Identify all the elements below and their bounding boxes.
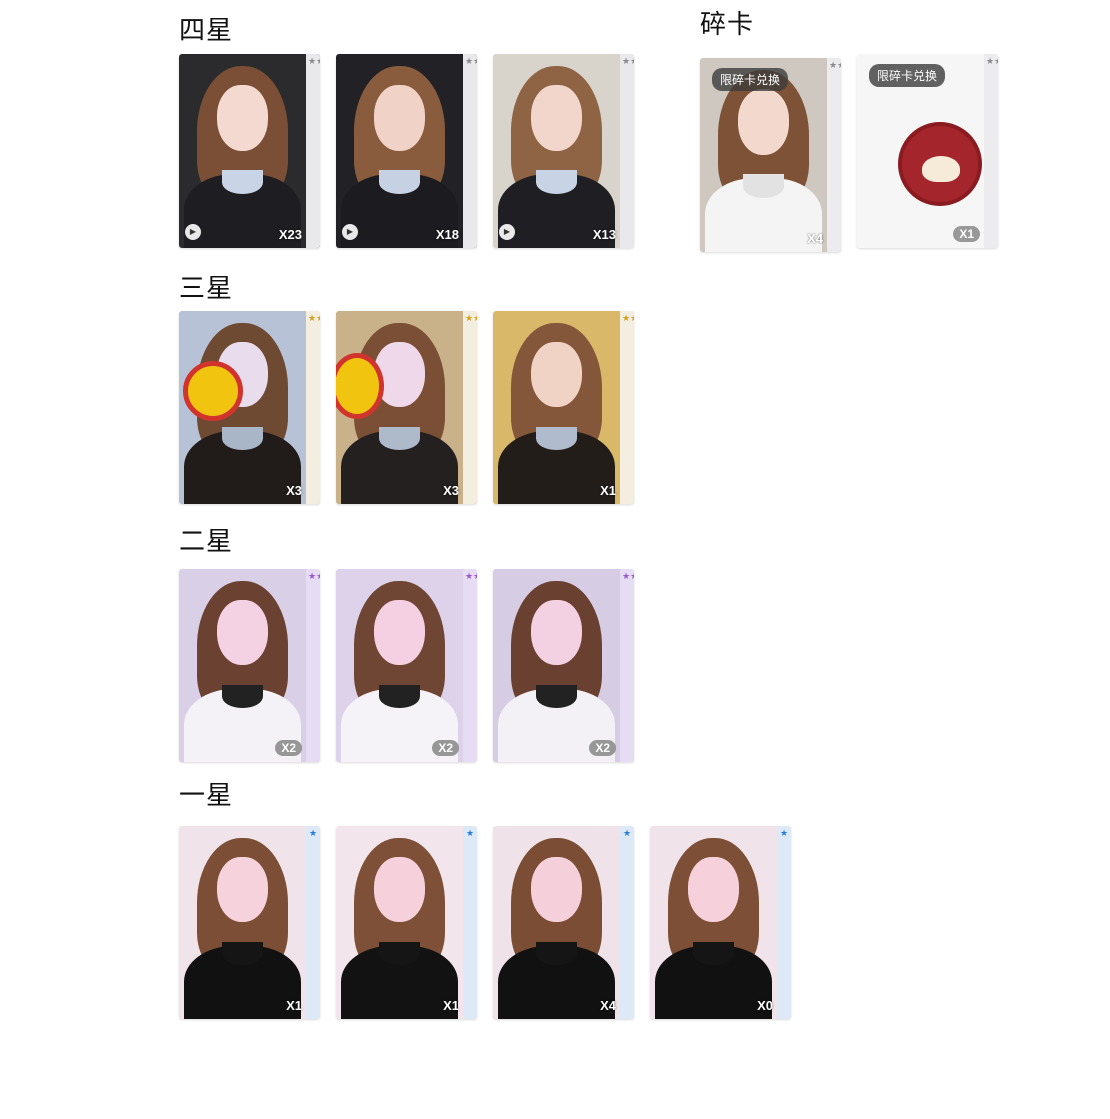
card-photo xyxy=(179,311,306,504)
star-rating-icon: ★★★ xyxy=(465,314,477,324)
card-photo xyxy=(336,54,463,248)
card-fragment-1[interactable]: ★★★★ 限碎卡兑换 X4 xyxy=(700,58,841,252)
star-rating-icon: ★★★★ xyxy=(622,57,634,67)
card-one-star-4[interactable]: ★ X0 xyxy=(650,826,791,1019)
card-count: X4 xyxy=(807,231,823,246)
card-count: X18 xyxy=(435,227,459,242)
card-four-star-3[interactable]: ★★★★ ▶ X13 xyxy=(493,54,634,248)
card-one-star-1[interactable]: ★ X1 xyxy=(179,826,320,1019)
sign-icon xyxy=(183,361,243,421)
card-one-star-3[interactable]: ★ X4 xyxy=(493,826,634,1019)
card-three-star-2[interactable]: ★★★ X3 xyxy=(336,311,477,504)
card-count: X1 xyxy=(600,483,616,498)
card-four-star-2[interactable]: ★★★★ ▶ X18 xyxy=(336,54,477,248)
card-photo xyxy=(179,569,306,762)
card-three-star-3[interactable]: ★★★ X1 xyxy=(493,311,634,504)
card-two-star-3[interactable]: ★★ X2 xyxy=(493,569,634,762)
card-photo xyxy=(336,311,463,504)
section-title-fragment: 碎卡 xyxy=(700,10,755,40)
star-rating-icon: ★★ xyxy=(308,572,320,582)
card-two-star-2[interactable]: ★★ X2 xyxy=(336,569,477,762)
card-fragment-2[interactable]: ★★★★ 限碎卡兑换 X1 xyxy=(857,54,998,248)
card-photo xyxy=(493,54,620,248)
card-four-star-1[interactable]: ★★★★ ▶ X23 xyxy=(179,54,320,248)
play-icon[interactable]: ▶ xyxy=(185,224,201,240)
card-count: X1 xyxy=(443,998,459,1013)
section-title-four-star: 四星 xyxy=(179,16,234,46)
card-count: X23 xyxy=(278,227,302,242)
star-rating-icon: ★★★★ xyxy=(465,57,477,67)
card-photo xyxy=(179,826,306,1019)
card-photo xyxy=(493,311,620,504)
star-rating-icon: ★★★★ xyxy=(986,57,998,67)
card-two-star-1[interactable]: ★★ X2 xyxy=(179,569,320,762)
card-photo xyxy=(493,569,620,762)
card-count: X4 xyxy=(600,998,616,1013)
card-count: X0 xyxy=(757,998,773,1013)
exchange-badge: 限碎卡兑换 xyxy=(712,68,789,91)
star-rating-icon: ★★★ xyxy=(622,314,634,324)
card-count: X3 xyxy=(443,483,459,498)
section-title-two-star: 二星 xyxy=(179,527,234,557)
card-photo xyxy=(493,826,620,1019)
card-photo xyxy=(336,569,463,762)
star-rating-icon: ★★ xyxy=(622,572,634,582)
section-title-three-star: 三星 xyxy=(179,274,234,304)
star-rating-icon: ★ xyxy=(779,829,789,839)
star-rating-icon: ★★★★ xyxy=(829,61,841,71)
play-icon[interactable]: ▶ xyxy=(342,224,358,240)
star-rating-icon: ★ xyxy=(308,829,318,839)
exchange-badge: 限碎卡兑换 xyxy=(869,64,946,87)
card-count: X1 xyxy=(953,226,980,242)
card-count: X2 xyxy=(589,740,616,756)
star-rating-icon: ★★★ xyxy=(308,314,320,324)
card-count: X2 xyxy=(275,740,302,756)
card-three-star-1[interactable]: ★★★ X3 xyxy=(179,311,320,504)
card-count: X13 xyxy=(592,227,616,242)
card-count: X2 xyxy=(432,740,459,756)
star-rating-icon: ★★ xyxy=(465,572,477,582)
card-photo xyxy=(336,826,463,1019)
card-count: X1 xyxy=(286,998,302,1013)
card-count: X3 xyxy=(286,483,302,498)
card-one-star-2[interactable]: ★ X1 xyxy=(336,826,477,1019)
card-photo xyxy=(650,826,777,1019)
sticker-icon xyxy=(897,121,982,206)
star-rating-icon: ★ xyxy=(465,829,475,839)
card-photo xyxy=(179,54,306,248)
section-title-one-star: 一星 xyxy=(179,781,234,811)
play-icon[interactable]: ▶ xyxy=(499,224,515,240)
star-rating-icon: ★★★★ xyxy=(308,57,320,67)
star-rating-icon: ★ xyxy=(622,829,632,839)
